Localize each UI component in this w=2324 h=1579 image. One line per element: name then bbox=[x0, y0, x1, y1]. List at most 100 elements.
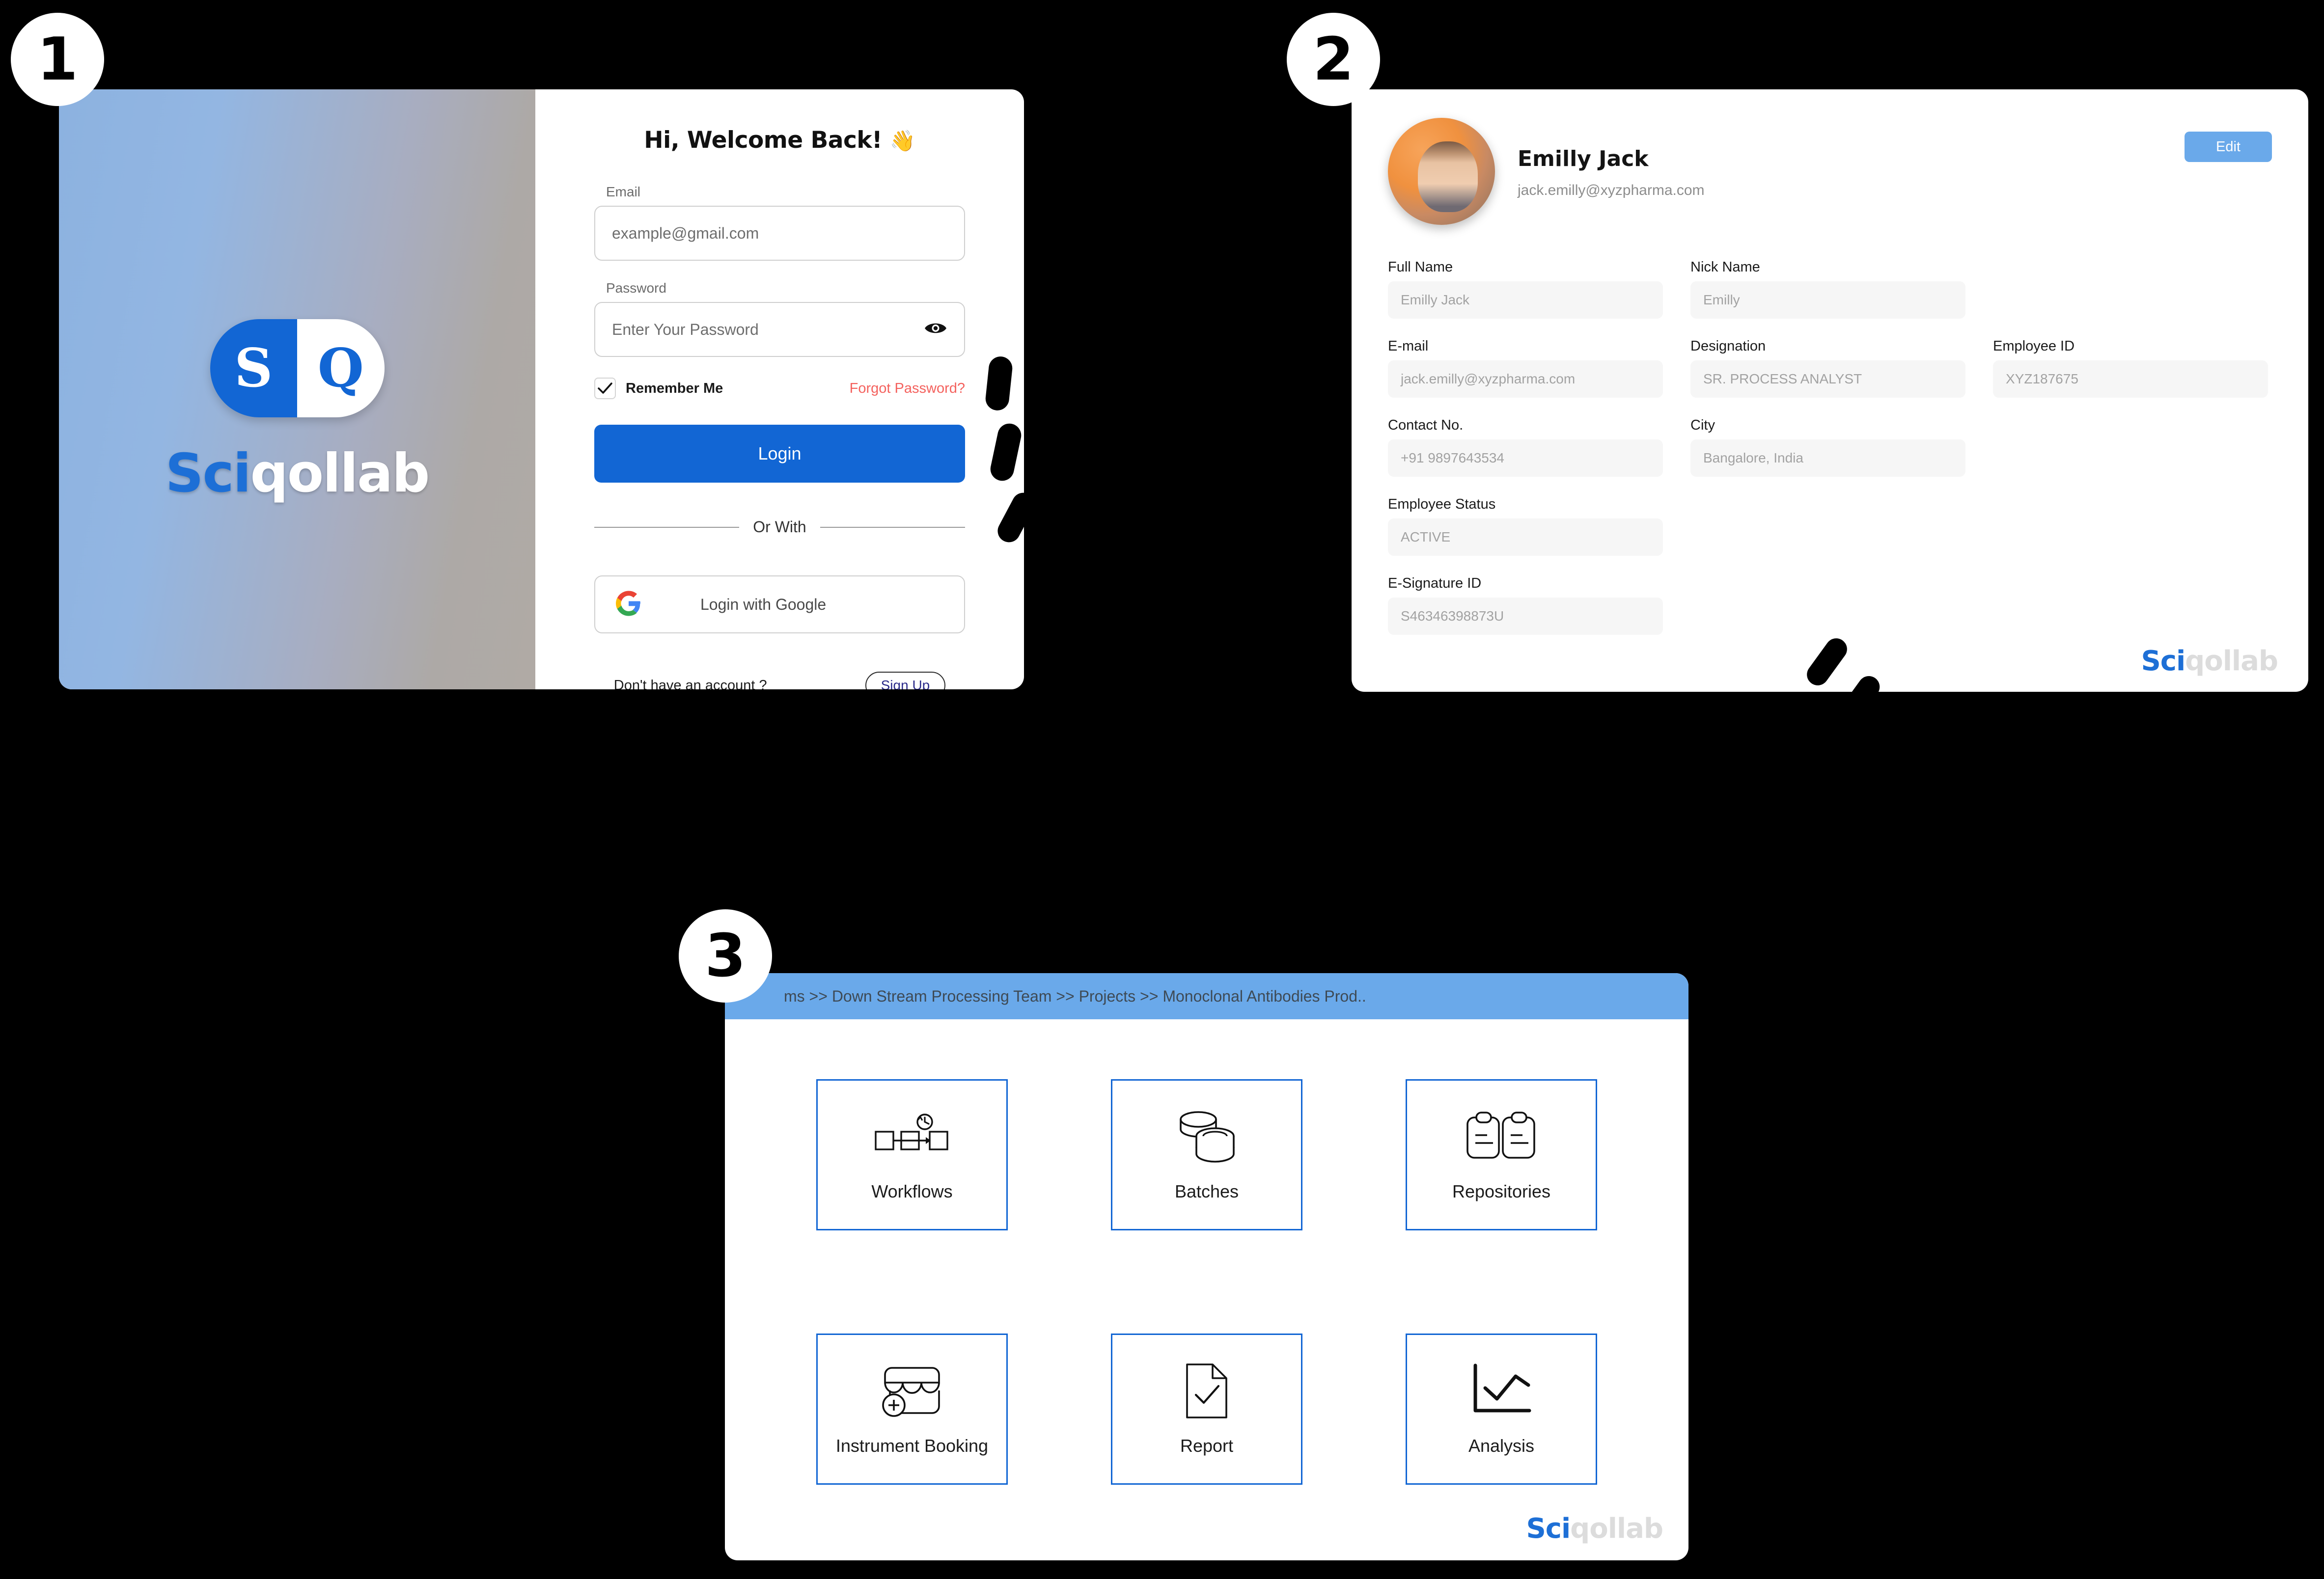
check-icon bbox=[598, 382, 612, 394]
module-tile-label: Repositories bbox=[1452, 1181, 1551, 1202]
forgot-password-link[interactable]: Forgot Password? bbox=[850, 381, 965, 397]
divider-label: Or With bbox=[753, 518, 806, 536]
step-badge-1: 1 bbox=[11, 13, 104, 106]
remember-me-checkbox[interactable] bbox=[594, 378, 616, 399]
breadcrumb[interactable]: ms >> Down Stream Processing Team >> Pro… bbox=[725, 973, 1688, 1019]
google-g-icon bbox=[616, 591, 641, 619]
footer-brand-gray: qollab bbox=[2185, 645, 2278, 677]
email-label: Email bbox=[606, 184, 641, 199]
login-form-side: Hi, Welcome Back! 👋 Email example@gmail.… bbox=[535, 89, 1024, 689]
remember-me-label: Remember Me bbox=[626, 380, 723, 396]
field-label: Designation bbox=[1690, 338, 1766, 354]
brand-wordmark: Sciqollab bbox=[165, 442, 430, 504]
login-with-google-label: Login with Google bbox=[700, 595, 827, 613]
login-with-google-button[interactable]: Login with Google bbox=[594, 575, 965, 633]
field-value[interactable]: ACTIVE bbox=[1388, 518, 1663, 556]
module-tile-analysis[interactable]: Analysis bbox=[1406, 1334, 1597, 1485]
module-tile-label: Instrument Booking bbox=[835, 1436, 989, 1456]
module-tile-repositories[interactable]: Repositories bbox=[1406, 1079, 1597, 1230]
module-tile-report[interactable]: Report bbox=[1111, 1334, 1302, 1485]
module-tile-label: Batches bbox=[1174, 1181, 1239, 1202]
footer-brand-blue: Sci bbox=[2141, 645, 2186, 677]
profile-header: Emilly Jack jack.emilly@xyzpharma.com Ed… bbox=[1388, 118, 2272, 225]
logo-letter-s: S bbox=[210, 319, 297, 417]
field-employee-status: Employee Status ACTIVE bbox=[1388, 496, 1663, 556]
divider-line-right bbox=[820, 526, 965, 528]
profile-field-row: Full Name Emilly Jack Nick Name Emilly bbox=[1388, 259, 2272, 319]
footer-brand-logo: Sciqollab bbox=[2141, 645, 2278, 677]
password-input[interactable]: Enter Your Password bbox=[594, 302, 965, 357]
edit-button[interactable]: Edit bbox=[2185, 132, 2272, 162]
field-employee-id: Employee ID XYZ187675 bbox=[1993, 338, 2268, 398]
password-input-placeholder: Enter Your Password bbox=[612, 320, 759, 338]
field-nick-name: Nick Name Emilly bbox=[1690, 259, 1965, 319]
field-label: Employee ID bbox=[1993, 338, 2075, 354]
login-button[interactable]: Login bbox=[594, 425, 965, 483]
clipboards-icon bbox=[1465, 1107, 1538, 1166]
no-account-text: Don't have an account ? bbox=[613, 677, 767, 690]
profile-field-row: E-Signature ID S46346398873U bbox=[1388, 575, 2272, 635]
field-value[interactable]: Emilly Jack bbox=[1388, 281, 1663, 319]
stacked-disks-icon bbox=[1175, 1107, 1239, 1166]
module-tile-label: Workflows bbox=[871, 1181, 953, 1202]
avatar bbox=[1388, 118, 1495, 225]
field-label: Employee Status bbox=[1388, 496, 1496, 512]
field-value[interactable]: +91 9897643534 bbox=[1388, 439, 1663, 477]
field-value[interactable]: SR. PROCESS ANALYST bbox=[1690, 360, 1965, 398]
profile-field-row: Employee Status ACTIVE bbox=[1388, 496, 2272, 556]
field-label: E-mail bbox=[1388, 338, 1429, 354]
module-tile-label: Analysis bbox=[1468, 1436, 1535, 1456]
login-screen-panel: S Q Sciqollab Hi, Welcome Back! 👋 Email … bbox=[59, 89, 1024, 689]
step-badge-3: 3 bbox=[679, 909, 772, 1003]
email-input-placeholder: example@gmail.com bbox=[612, 224, 759, 242]
or-divider: Or With bbox=[594, 518, 965, 536]
step-badge-2: 2 bbox=[1287, 13, 1380, 106]
shop-plus-icon bbox=[881, 1361, 943, 1420]
workflow-history-icon bbox=[873, 1107, 951, 1166]
field-full-name: Full Name Emilly Jack bbox=[1388, 259, 1663, 319]
avatar-photo bbox=[1418, 141, 1478, 212]
module-tile-grid: Workflows Batches Repositories Instrumen… bbox=[816, 1079, 1597, 1485]
field-value[interactable]: jack.emilly@xyzpharma.com bbox=[1388, 360, 1663, 398]
profile-field-row: Contact No. +91 9897643534 City Bangalor… bbox=[1388, 417, 2272, 477]
divider-line-left bbox=[594, 526, 740, 528]
field-label: City bbox=[1690, 417, 1715, 433]
footer-brand-gray: qollab bbox=[1570, 1513, 1663, 1545]
document-check-icon bbox=[1182, 1361, 1231, 1420]
waving-hand-icon: 👋 bbox=[889, 129, 915, 153]
field-email: E-mail jack.emilly@xyzpharma.com bbox=[1388, 338, 1663, 398]
field-contact-no: Contact No. +91 9897643534 bbox=[1388, 417, 1663, 477]
module-tile-batches[interactable]: Batches bbox=[1111, 1079, 1302, 1230]
field-value[interactable]: Emilly bbox=[1690, 281, 1965, 319]
remember-me-control[interactable]: Remember Me bbox=[594, 378, 723, 399]
signup-row: Don't have an account ? Sign Up bbox=[594, 672, 965, 689]
screenshot-canvas: S Q Sciqollab Hi, Welcome Back! 👋 Email … bbox=[0, 0, 2324, 1579]
profile-fields-grid: Full Name Emilly Jack Nick Name Emilly E… bbox=[1388, 259, 2272, 635]
eye-icon[interactable] bbox=[924, 321, 947, 339]
module-tile-label: Report bbox=[1180, 1436, 1234, 1456]
field-label: Full Name bbox=[1388, 259, 1453, 275]
email-input[interactable]: example@gmail.com bbox=[594, 206, 965, 261]
field-label: Contact No. bbox=[1388, 417, 1464, 433]
user-profile-panel: Emilly Jack jack.emilly@xyzpharma.com Ed… bbox=[1352, 89, 2308, 692]
field-label: E-Signature ID bbox=[1388, 575, 1482, 591]
brand-wordmark-blue: Sci bbox=[165, 442, 251, 504]
login-branding-side: S Q Sciqollab bbox=[59, 89, 535, 689]
line-chart-icon bbox=[1468, 1361, 1534, 1420]
field-designation: Designation SR. PROCESS ANALYST bbox=[1690, 338, 1965, 398]
footer-brand-logo: Sciqollab bbox=[1526, 1513, 1663, 1545]
sq-logo-pill: S Q bbox=[210, 319, 385, 417]
welcome-heading: Hi, Welcome Back! 👋 bbox=[594, 127, 965, 154]
field-esignature-id: E-Signature ID S46346398873U bbox=[1388, 575, 1663, 635]
module-tile-instrument-booking[interactable]: Instrument Booking bbox=[816, 1334, 1008, 1485]
field-value[interactable]: S46346398873U bbox=[1388, 598, 1663, 635]
profile-email: jack.emilly@xyzpharma.com bbox=[1518, 182, 1705, 198]
module-tile-workflows[interactable]: Workflows bbox=[816, 1079, 1008, 1230]
signup-button[interactable]: Sign Up bbox=[865, 672, 946, 689]
footer-brand-blue: Sci bbox=[1526, 1513, 1571, 1545]
field-value[interactable]: XYZ187675 bbox=[1993, 360, 2268, 398]
remember-forgot-row: Remember Me Forgot Password? bbox=[594, 378, 965, 399]
field-value[interactable]: Bangalore, India bbox=[1690, 439, 1965, 477]
field-label: Nick Name bbox=[1690, 259, 1760, 275]
profile-identity: Emilly Jack jack.emilly@xyzpharma.com bbox=[1518, 118, 1705, 199]
